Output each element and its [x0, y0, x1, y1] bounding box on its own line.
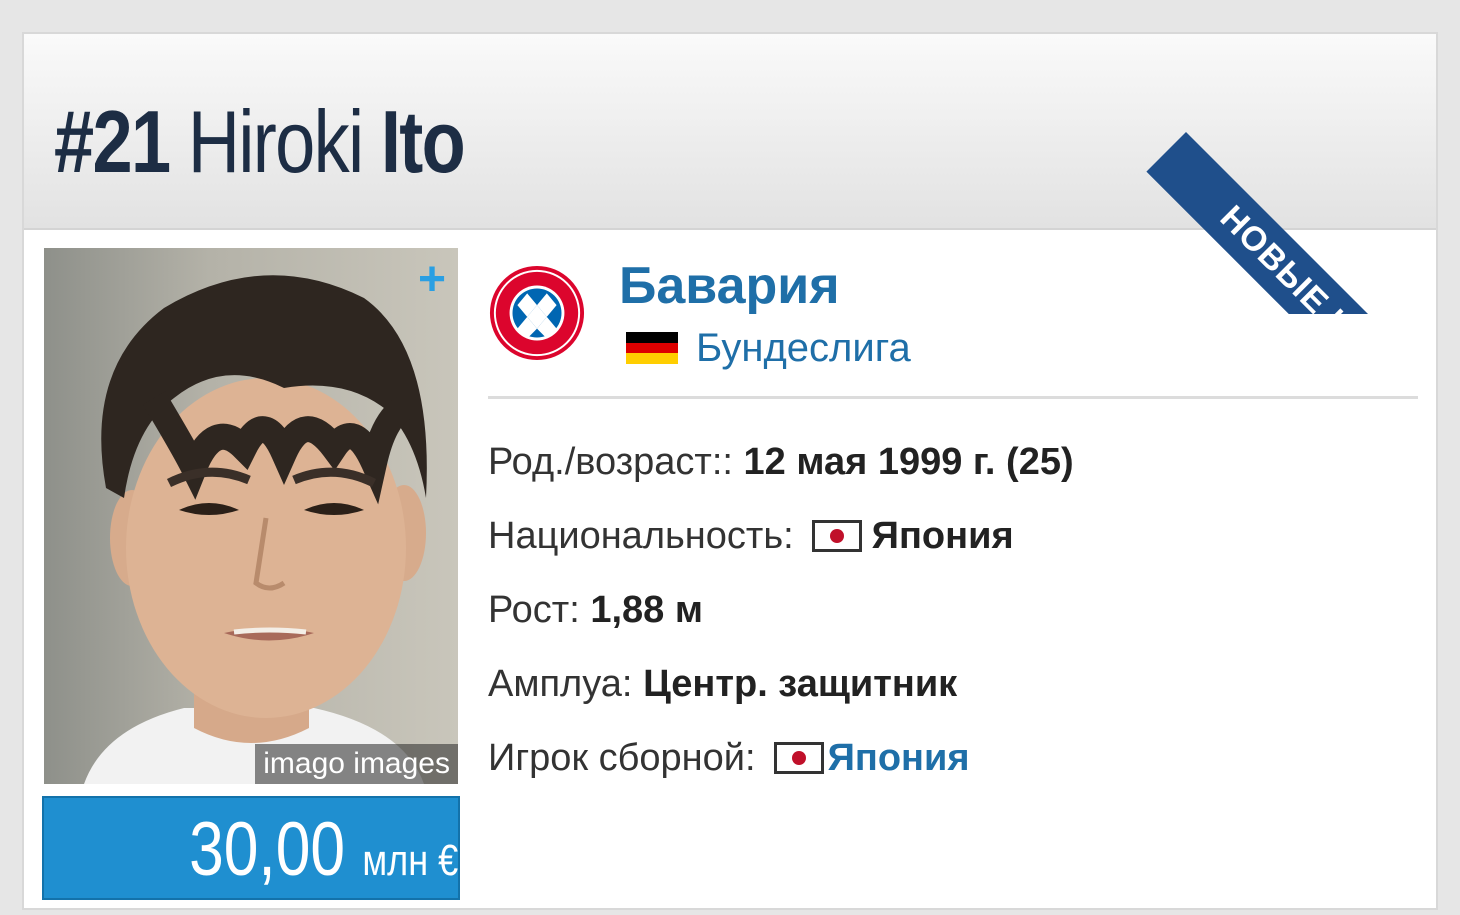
nationality-label: Национальность:: [488, 515, 794, 557]
info-position: Амплуа: Центр. защитник: [488, 660, 957, 708]
player-portrait: [84, 275, 427, 784]
photo-credit: imago images: [255, 744, 458, 784]
info-nationality: Национальность: Япония: [488, 512, 1014, 560]
bayern-logo-icon[interactable]: [488, 264, 586, 362]
market-value-number[interactable]: 30,00: [189, 807, 345, 892]
birth-label: Род./возраст::: [488, 441, 733, 483]
info-birth: Род./возраст:: 12 мая 1999 г. (25): [488, 438, 1074, 486]
divider: [488, 396, 1418, 399]
japan-flag-icon: [773, 741, 824, 774]
germany-flag-icon: [626, 332, 678, 364]
player-card: #21 Hiroki Ito НОВЫЕ ИГРОКИ: [22, 32, 1438, 910]
plus-icon[interactable]: +: [418, 256, 446, 304]
player-title: #21 Hiroki Ito: [54, 92, 466, 192]
first-name: Hiroki: [187, 92, 364, 191]
national-team-link[interactable]: Япония: [828, 737, 970, 779]
nationality-value: Япония: [871, 515, 1014, 557]
position-value: Центр. защитник: [643, 663, 958, 705]
height-value: 1,88 м: [590, 589, 703, 631]
info-national-team: Игрок сборной: Япония: [488, 734, 970, 782]
japan-flag-icon: [811, 519, 862, 552]
shirt-number: #21: [54, 92, 171, 191]
market-value-amount[interactable]: 30,00 млн €: [189, 798, 458, 908]
position-label: Амплуа:: [488, 663, 633, 705]
market-value-box[interactable]: 30,00 млн €: [42, 796, 460, 900]
new-players-ribbon[interactable]: НОВЫЕ ИГРОКИ: [1136, 34, 1436, 314]
height-label: Рост:: [488, 589, 580, 631]
club-name-link[interactable]: Бавария: [619, 256, 840, 316]
last-name: Ito: [380, 92, 466, 191]
league-link[interactable]: Бундеслига: [696, 324, 911, 372]
player-photo[interactable]: + imago images: [44, 248, 458, 784]
info-height: Рост: 1,88 м: [488, 586, 703, 634]
national-team-label: Игрок сборной:: [488, 737, 756, 779]
market-value-unit[interactable]: млн €: [362, 836, 458, 885]
ribbon-label[interactable]: НОВЫЕ ИГРОКИ: [1146, 132, 1436, 314]
birth-value: 12 мая 1999 г. (25): [743, 441, 1074, 483]
